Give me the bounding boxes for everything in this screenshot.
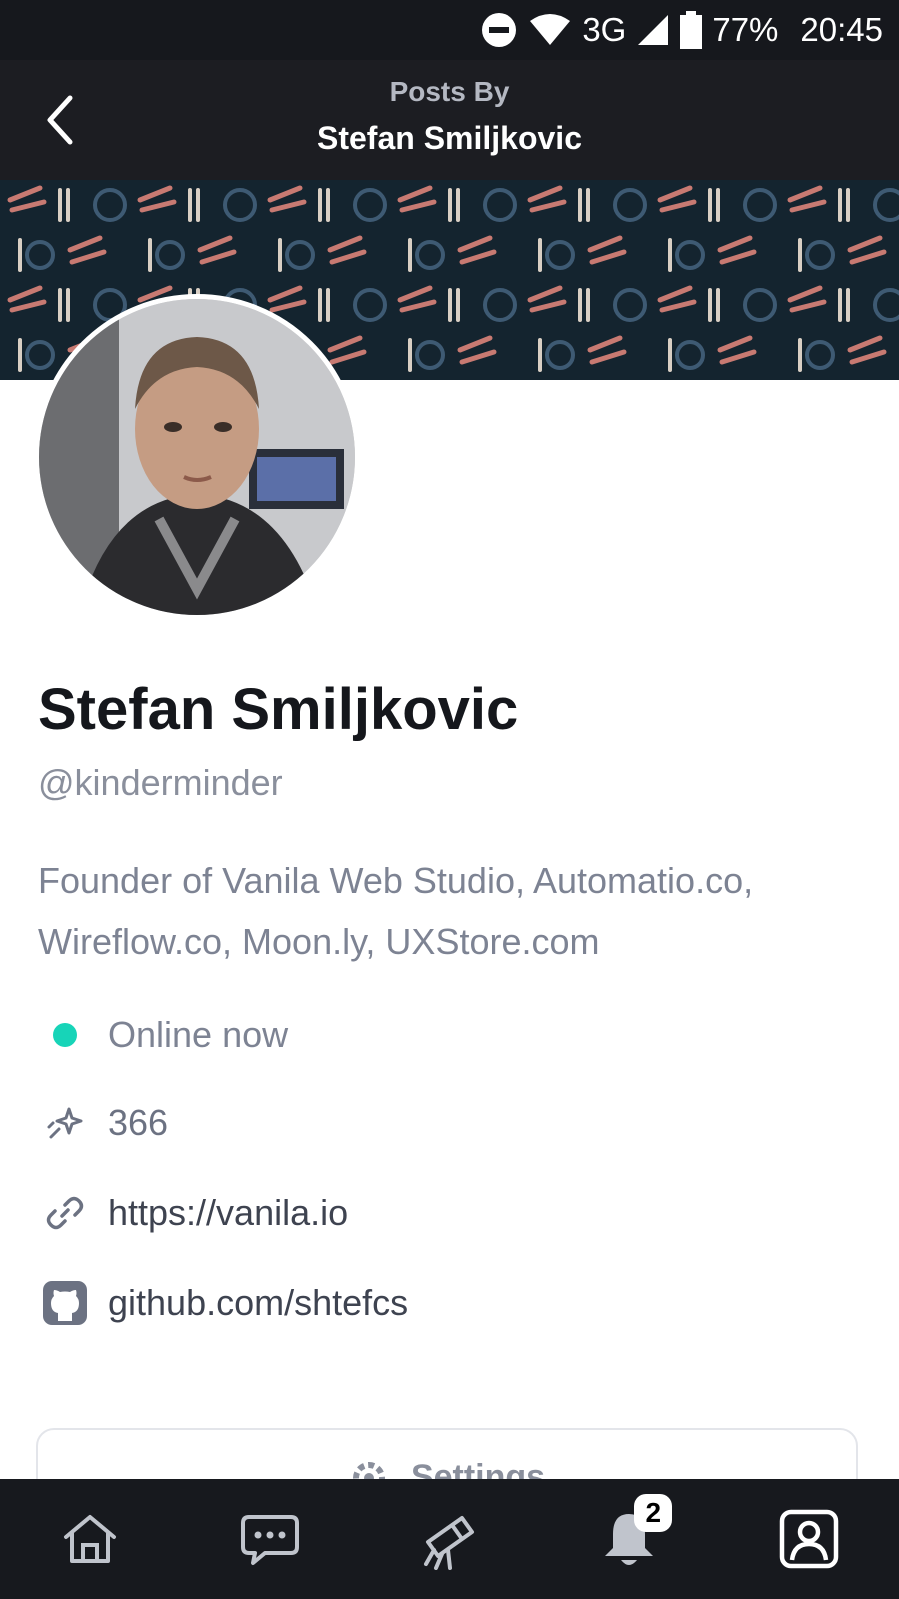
- profile-bio: Founder of Vanila Web Studio, Automatio.…: [38, 860, 754, 962]
- battery-icon: [680, 11, 703, 49]
- notification-badge: 2: [634, 1494, 673, 1532]
- github-row[interactable]: github.com/shtefcs: [40, 1278, 408, 1328]
- sparkle-icon: [40, 1098, 90, 1148]
- profile-handle: @kinderminder: [38, 762, 283, 803]
- top-app-bar: Posts By Stefan Smiljkovic: [0, 60, 899, 180]
- points-count: 366: [108, 1102, 169, 1143]
- battery-percent: 77%: [712, 11, 779, 48]
- profile-name: Stefan Smiljkovic: [38, 677, 519, 742]
- nav-explore[interactable]: [404, 1494, 494, 1584]
- online-status-dot: [53, 1023, 77, 1047]
- website-row[interactable]: https://vanila.io: [40, 1188, 348, 1238]
- wifi-icon: [528, 13, 572, 47]
- profile-icon: [779, 1509, 839, 1569]
- telescope-icon: [424, 1516, 475, 1570]
- website-link[interactable]: https://vanila.io: [108, 1192, 348, 1234]
- header-subtitle: Posts By: [389, 76, 510, 107]
- online-status-row: Online now: [40, 1010, 288, 1060]
- nav-messages[interactable]: [225, 1494, 315, 1584]
- link-icon: [40, 1188, 90, 1238]
- network-type: 3G: [582, 11, 627, 48]
- home-icon: [63, 1515, 116, 1563]
- profile-avatar: [34, 294, 360, 620]
- online-status-text: Online now: [108, 1014, 289, 1055]
- nav-notifications[interactable]: 2: [584, 1494, 674, 1584]
- clock: 20:45: [800, 11, 883, 48]
- github-link[interactable]: github.com/shtefcs: [108, 1282, 408, 1324]
- do-not-disturb-icon: [480, 11, 518, 49]
- status-bar: 3G 77% 20:45: [0, 0, 899, 60]
- github-icon: [40, 1278, 90, 1328]
- nav-profile[interactable]: [764, 1494, 854, 1584]
- signal-icon: [636, 13, 670, 47]
- points-row: 366: [40, 1098, 168, 1148]
- nav-home[interactable]: [45, 1494, 135, 1584]
- bottom-navigation: 2: [0, 1479, 899, 1599]
- chat-icon: [240, 1515, 299, 1565]
- header-title: Stefan Smiljkovic: [317, 120, 582, 156]
